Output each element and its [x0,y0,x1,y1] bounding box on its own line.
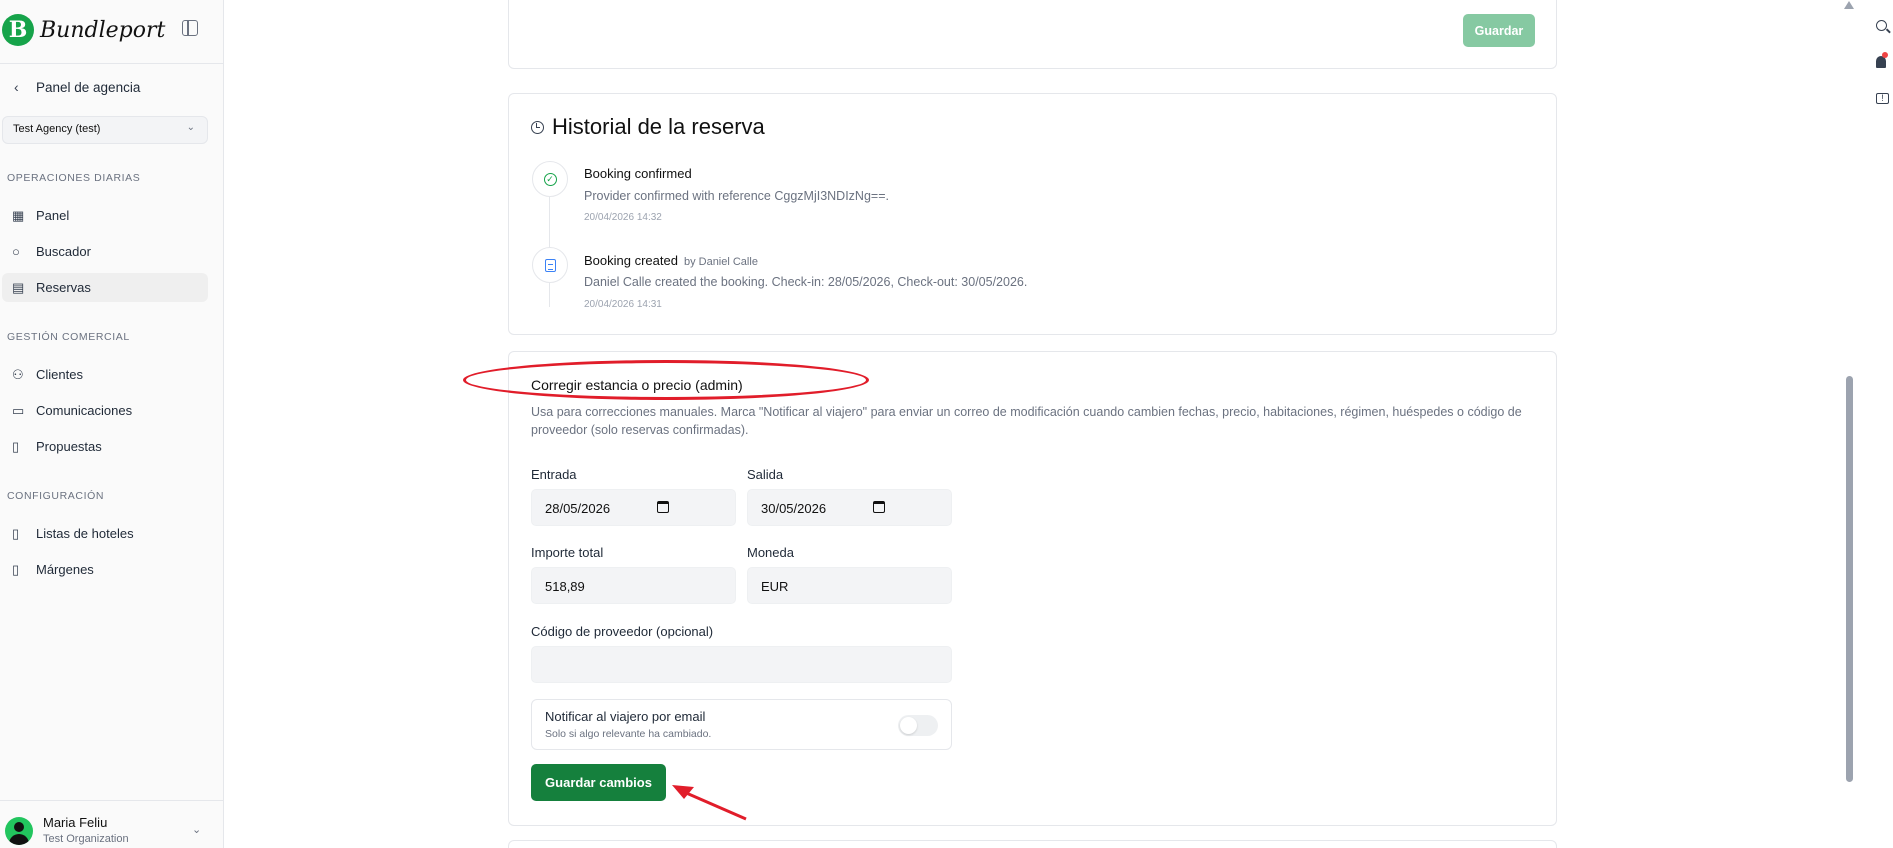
event-title: Booking confirmed [584,166,692,181]
section-commercial: GESTIÓN COMERCIAL [7,331,130,343]
codigo-label: Código de proveedor (opcional) [531,624,714,639]
user-organization: Test Organization [43,833,129,845]
sidebar-item-label: Panel [36,208,70,223]
sidebar-item-label: Clientes [36,367,83,382]
search-icon: ○ [12,244,20,259]
sidebar-item-buscador[interactable]: ○ Buscador [2,237,208,266]
notify-toggle[interactable] [898,715,938,736]
entrada-label: Entrada [531,467,577,482]
sidebar-item-label: Propuestas [36,439,102,454]
event-time: 20/04/2026 14:32 [584,212,662,223]
sidebar-item-propuestas[interactable]: ▯ Propuestas [2,432,208,461]
sidebar: B Bundleport ‹ Panel de agencia Test Age… [0,0,224,848]
fix-stay-title: Corregir estancia o precio (admin) [531,377,743,393]
history-title-text: Historial de la reserva [552,114,765,139]
logo-mark: B [2,14,34,46]
importe-input[interactable]: 518,89 [531,567,736,604]
previous-section-card [508,0,1557,69]
file-icon: ▯ [12,561,20,577]
agency-select-value: Test Agency (test) [13,123,101,135]
message-icon: ▭ [12,402,25,418]
notify-title: Notificar al viajero por email [545,709,706,724]
dashboard-icon: ▦ [12,207,25,223]
timeline-dot [532,247,568,283]
back-label: Panel de agencia [36,79,141,95]
salida-label: Salida [747,467,784,482]
sidebar-toggle-icon[interactable] [182,20,198,36]
event-time: 20/04/2026 14:31 [584,299,662,310]
agency-select[interactable]: Test Agency (test) ⌄ [2,116,208,144]
entrada-date-input[interactable]: 28/05/2026 [531,489,736,526]
back-to-agency-panel[interactable]: ‹ Panel de agencia [14,79,140,95]
logo[interactable]: B Bundleport [2,14,165,46]
sidebar-item-label: Márgenes [36,562,94,577]
notification-bell-icon[interactable] [1876,52,1888,68]
section-daily-operations: OPERACIONES DIARIAS [7,172,141,184]
avatar [5,817,33,845]
notify-subtitle: Solo si algo relevante ha cambiado. [545,728,712,740]
save-button-disabled[interactable]: Guardar [1463,14,1535,47]
sidebar-divider [0,63,224,64]
timeline-line [549,283,550,307]
sidebar-item-listas-hoteles[interactable]: ▯ Listas de hoteles [2,519,208,548]
scrollbar-thumb[interactable] [1846,376,1853,782]
event-title-text: Booking created [584,253,678,268]
event-title: Booking created by Daniel Calle [584,253,758,268]
event-description: Provider confirmed with reference CggzMj… [584,189,889,203]
logo-text: Bundleport [40,17,166,43]
calendar-icon[interactable] [657,501,669,513]
fix-stay-description: Usa para correcciones manuales. Marca "N… [531,405,1522,437]
section-config: CONFIGURACIÓN [7,490,105,502]
sidebar-item-reservas[interactable]: ▤ Reservas [2,273,208,302]
event-author: by Daniel Calle [683,256,758,268]
sidebar-item-label: Buscador [36,244,91,259]
sidebar-item-comunicaciones[interactable]: ▭ Comunicaciones [2,396,208,425]
feedback-icon[interactable]: ! [1876,93,1889,104]
check-circle-icon: ✓ [543,172,557,186]
search-icon[interactable] [1876,20,1887,31]
sidebar-item-label: Listas de hoteles [36,526,134,541]
salida-date-input[interactable]: 30/05/2026 [747,489,952,526]
clock-icon [531,120,544,134]
moneda-label: Moneda [747,545,794,560]
file-icon: ▯ [12,438,20,454]
moneda-input[interactable]: EUR [747,567,952,604]
user-menu[interactable]: Maria Feliu Test Organization ⌄ [0,800,224,848]
chevron-left-icon: ‹ [14,79,19,95]
save-changes-button[interactable]: Guardar cambios [531,764,666,801]
bookmark-icon: ▯ [12,525,20,541]
next-section-card [508,840,1557,848]
scroll-up-arrow-icon[interactable] [1844,1,1854,9]
codigo-proveedor-input[interactable] [531,646,952,683]
sidebar-item-margenes[interactable]: ▯ Márgenes [2,555,208,584]
timeline-line [549,197,550,249]
annotation-arrow [672,785,747,821]
calendar-icon[interactable] [873,501,885,513]
booking-history-title: Historial de la reserva [531,114,765,140]
users-icon: ⚇ [12,366,24,382]
sidebar-item-clientes[interactable]: ⚇ Clientes [2,360,208,389]
sidebar-item-label: Reservas [36,280,91,295]
sidebar-item-panel[interactable]: ▦ Panel [2,201,208,230]
importe-label: Importe total [531,545,604,560]
entrada-value: 28/05/2026 [545,501,611,516]
sidebar-item-label: Comunicaciones [36,403,133,418]
event-description: Daniel Calle created the booking. Check-… [584,275,1028,289]
timeline-dot: ✓ [532,161,568,197]
chevron-down-icon: ⌄ [186,122,195,133]
user-name: Maria Feliu [43,815,108,830]
document-icon [544,258,556,272]
chevron-down-icon: ⌄ [192,824,202,836]
salida-value: 30/05/2026 [761,501,827,516]
notify-traveler-box: Notificar al viajero por email Solo si a… [531,699,952,750]
calendar-icon: ▤ [12,279,25,295]
